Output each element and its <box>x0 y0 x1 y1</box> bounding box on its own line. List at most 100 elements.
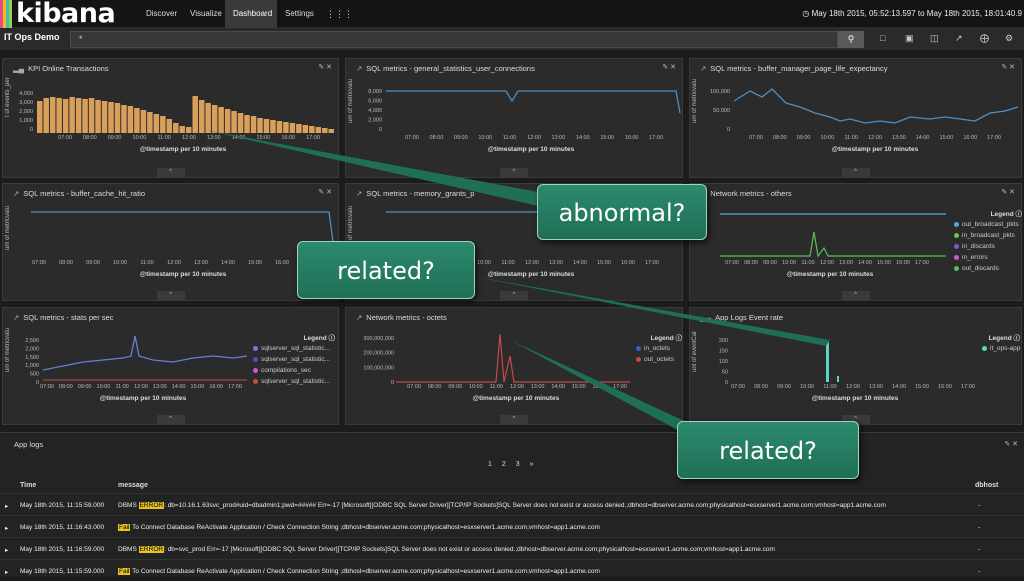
search-input[interactable]: * <box>70 31 838 48</box>
add-panel-icon[interactable]: ⨁ <box>980 33 989 44</box>
nav-tab-discover[interactable]: Discover <box>138 0 185 28</box>
legend-item[interactable]: it_ops-app <box>982 345 1020 352</box>
legend-swatch <box>954 243 959 249</box>
time-range[interactable]: ◷ May 18th 2015, 05:52:13.597 to May 18t… <box>802 0 1022 28</box>
nav-tab-visualize[interactable]: Visualize <box>182 0 230 28</box>
edit-close-icons[interactable]: ✎ ✕ <box>318 63 332 71</box>
collapse-chevron-icon[interactable]: ^ <box>156 168 185 177</box>
page-1[interactable]: 1 <box>488 461 492 468</box>
panel-title: SQL metrics - general_statistics_user_co… <box>366 64 535 73</box>
legend-item[interactable]: in_octets <box>636 345 682 352</box>
kibana-logo[interactable]: kibana <box>0 0 116 28</box>
x-tick-label: 07:00 <box>407 384 421 390</box>
bar <box>121 105 127 133</box>
x-axis-label: @timestamp per 10 minutes <box>488 146 575 153</box>
edit-close-icons[interactable]: ✎ ✕ <box>662 63 676 71</box>
x-tick-label: 15:00 <box>940 135 954 141</box>
panel-stats-per-sec: ↗ SQL metrics - stats per sec um of metri… <box>2 307 339 425</box>
x-tick-label: 07:00 <box>749 135 763 141</box>
legend-swatch <box>253 345 258 351</box>
page-3[interactable]: 3 <box>516 461 520 468</box>
search-button[interactable]: ⚲ <box>838 31 864 48</box>
share-icon[interactable]: ↗ <box>955 33 963 44</box>
bar <box>250 116 257 133</box>
x-tick-label: 17:00 <box>987 135 1001 141</box>
bar <box>134 108 140 133</box>
expand-caret-icon[interactable]: ▸ <box>5 568 8 576</box>
panel-kpi: ▂▄ KPI Online Transactions ✎ ✕ t of event… <box>2 58 339 178</box>
y-tick-label: 2,000 <box>368 118 382 124</box>
collapse-chevron-icon[interactable]: ^ <box>156 291 185 300</box>
bar-chart-icon: ▂▄ <box>700 313 712 322</box>
legend-item[interactable]: out_broadcast_pkts <box>954 221 1022 228</box>
bar <box>43 98 49 133</box>
legend-item[interactable]: sqlserver_sql_statistic... <box>253 345 335 352</box>
legend-item[interactable]: sqlserver_sql_statistic... <box>253 356 335 363</box>
x-tick-label: 13:00 <box>531 384 545 390</box>
bar <box>173 123 179 133</box>
x-tick-label: 13:00 <box>153 384 167 390</box>
log-row[interactable]: ▸ May 18th 2015, 11:15:59.000 DBMS ERROR: … <box>0 493 1024 515</box>
column-message[interactable]: message <box>118 482 148 489</box>
y-axis-label: um of metricvalu <box>348 79 354 123</box>
x-tick-label: 11:00 <box>116 384 129 390</box>
new-dashboard-icon[interactable]: □ <box>880 33 885 43</box>
legend-item[interactable]: in_errors <box>954 254 1022 261</box>
x-tick-label: 12:00 <box>134 384 148 390</box>
edit-close-icons[interactable]: ✎ ✕ <box>1001 188 1015 196</box>
panel-title: App logs <box>14 440 44 449</box>
collapse-chevron-icon[interactable]: ^ <box>841 291 870 300</box>
collapse-chevron-icon[interactable]: ^ <box>156 415 185 424</box>
page-2[interactable]: 2 <box>502 461 506 468</box>
legend: Legend ⓘ in_octets out_octets <box>636 332 682 367</box>
expand-caret-icon[interactable]: ▸ <box>5 524 8 532</box>
stats-chart: um of metricvalu 2,500 2,000 1,500 1,000 500… <box>5 328 248 402</box>
open-icon[interactable]: ◫ <box>930 33 939 44</box>
collapse-chevron-icon[interactable]: ^ <box>841 168 870 177</box>
legend-item[interactable]: compilations_sec <box>253 367 335 374</box>
column-dbhost[interactable]: dbhost <box>975 482 998 489</box>
log-row[interactable]: ▸ May 18th 2015, 11:15:59.000 Fail To Conn… <box>0 559 1024 581</box>
collapse-chevron-icon[interactable]: ^ <box>500 415 528 424</box>
settings-icon[interactable]: ⚙ <box>1005 33 1013 44</box>
log-time: May 18th 2015, 11:15:59.000 <box>20 568 105 575</box>
y-tick-label: 2,500 <box>25 338 39 344</box>
nav-tab-dashboard[interactable]: Dashboard <box>225 0 277 28</box>
net-others-chart: 07:00 08:00 09:00 10:00 11:00 12:00 13:00 14:00… <box>720 213 946 278</box>
expand-caret-icon[interactable]: ▸ <box>5 546 8 554</box>
column-time[interactable]: Time <box>20 482 36 489</box>
edit-close-icons[interactable]: ✎ ✕ <box>318 188 332 196</box>
app-logs-rate-chart: unt of eventCat 200 150 100 50 0 07:00 08:00 0… <box>692 331 975 402</box>
nav-tab-settings[interactable]: Settings <box>277 0 322 28</box>
y-tick-label: 3,000 <box>19 100 33 106</box>
legend-item[interactable]: in_broadcast_pkts <box>954 232 1022 239</box>
x-tick-label: 09:00 <box>86 260 100 266</box>
collapse-chevron-icon[interactable]: ^ <box>500 291 528 300</box>
bar <box>283 122 289 133</box>
x-tick-label: 16:00 <box>209 384 223 390</box>
log-row[interactable]: ▸ May 18th 2015, 11:16:59.000 DBMS ERROR: … <box>0 537 1024 559</box>
collapse-chevron-icon[interactable]: ^ <box>500 168 528 177</box>
legend-item[interactable]: out_octets <box>636 356 682 363</box>
legend: Legend ⓘ out_broadcast_pkts in_broadcast_p… <box>954 208 1022 276</box>
x-tick-label: 14:00 <box>858 260 872 266</box>
x-tick-label: 16:00 <box>896 260 910 266</box>
panel-title: SQL metrics - memory_grants_p <box>366 189 475 198</box>
log-message: DBMS ERROR: db=svc_prod Err=-17 [Microso… <box>118 546 775 553</box>
edit-close-icons[interactable]: ✎ ✕ <box>1001 63 1015 71</box>
save-icon[interactable]: ▣ <box>905 33 914 44</box>
log-row[interactable]: ▸ May 18th 2015, 11:16:43.000 Fail To Conn… <box>0 515 1024 537</box>
legend-item[interactable]: sqlserver_sql_statistic... <box>253 378 335 385</box>
x-tick-label: 15:00 <box>597 260 611 266</box>
bar <box>160 116 166 133</box>
edit-close-icons[interactable]: ✎ ✕ <box>1004 440 1018 448</box>
line-chart-icon: ↗ <box>356 64 363 73</box>
bar <box>153 114 160 133</box>
y-tick-label: 300,000,000 <box>363 336 394 342</box>
expand-caret-icon[interactable]: ▸ <box>5 502 8 510</box>
legend-item[interactable]: in_discards <box>954 243 1022 250</box>
grid-icon[interactable]: ⋮⋮⋮ <box>318 0 361 28</box>
legend-item[interactable]: out_discards <box>954 265 1022 272</box>
next-page[interactable]: » <box>530 461 534 468</box>
panel-title: SQL metrics - buffer_manager_page_life_e… <box>710 64 888 73</box>
